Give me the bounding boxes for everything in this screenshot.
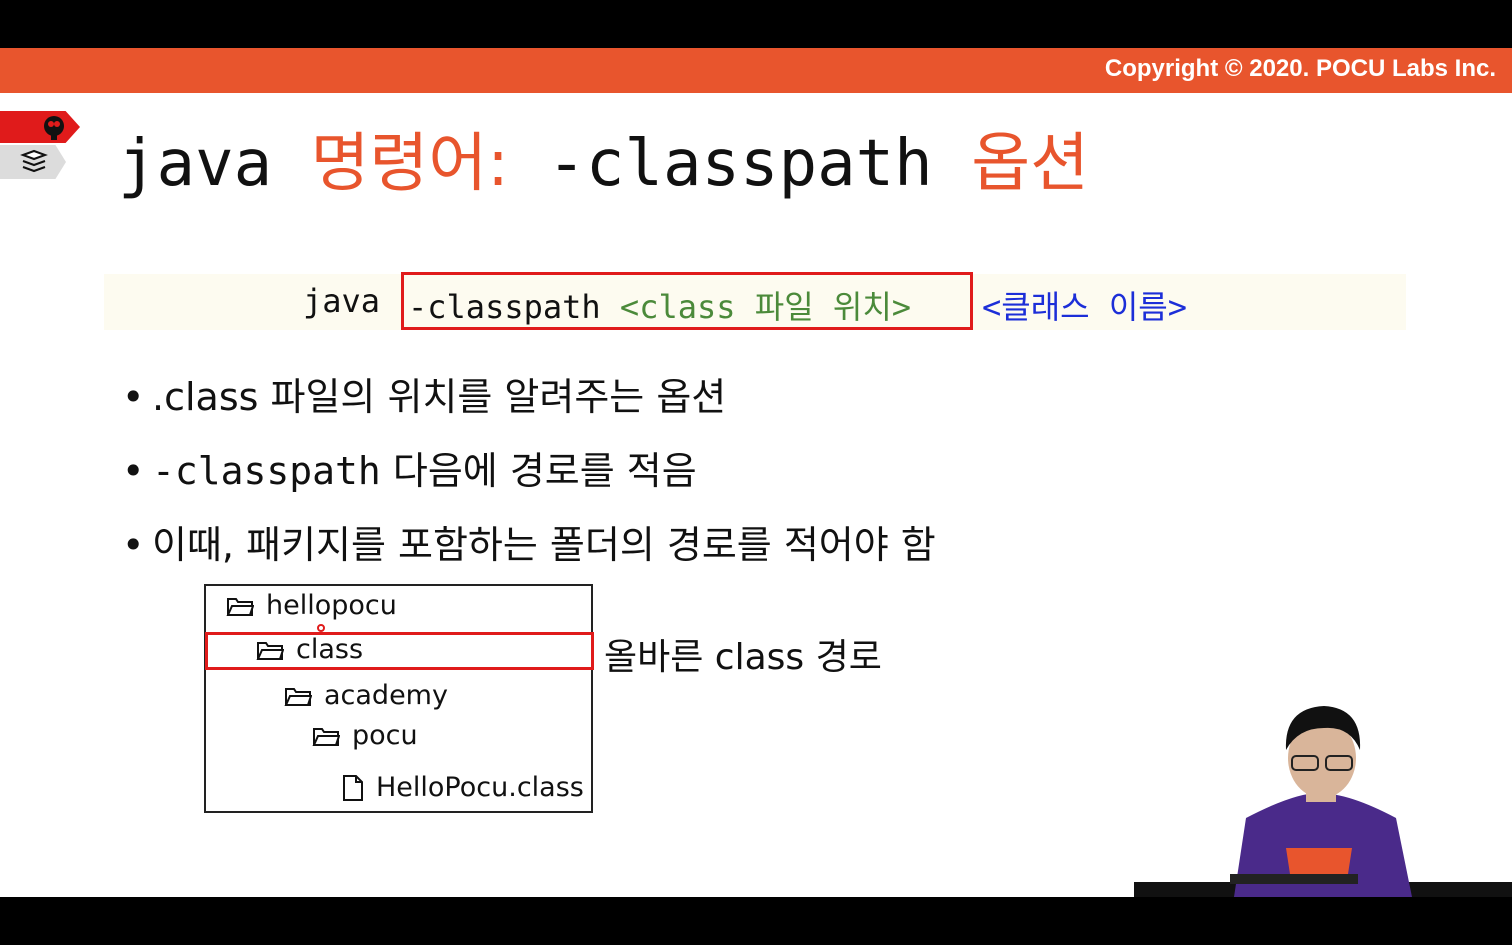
letterbox-bottom (0, 897, 1512, 945)
bullet-1-text: .class 파일의 위치를 알려주는 옵션 (152, 375, 727, 419)
slide: Copyright © 2020. POCU Labs Inc. java 명령… (0, 48, 1512, 897)
code-java: java (303, 282, 381, 320)
tree-item-hellopocu-class: HelloPocu.class (342, 772, 584, 803)
brain-icon (44, 116, 64, 140)
presenter-video (1134, 706, 1512, 897)
tree-item-hellopocu: hellopocu (226, 590, 397, 621)
bullet-2-text: 다음에 경로를 적음 (380, 449, 697, 493)
books-icon (20, 149, 48, 173)
tree-note: 올바른 class 경로 (604, 637, 882, 678)
folder-icon (284, 687, 312, 706)
title-classpath: -classpath (508, 127, 972, 201)
title-option: 옵션 (971, 127, 1089, 201)
bullet-3-text: 이때, 패키지를 포함하는 폴더의 경로를 적어야 함 (152, 523, 936, 567)
tree-label: academy (324, 680, 448, 711)
pointer-dot (317, 624, 325, 632)
folder-icon (226, 597, 254, 616)
tree-label: HelloPocu.class (376, 772, 584, 803)
code-option: -classpath <class 파일 위치> (408, 282, 911, 328)
page-title: java 명령어: -classpath 옵션 (118, 126, 1089, 203)
tree-label: pocu (352, 720, 418, 751)
code-classname: <클래스 이름> (982, 288, 1187, 326)
code-location: <class 파일 위치> (619, 288, 912, 326)
bullet-1: • .class 파일의 위치를 알려주는 옵션 (122, 375, 727, 419)
title-command: 명령어: (310, 127, 509, 201)
title-java: java (118, 127, 311, 201)
tree-item-pocu: pocu (312, 720, 418, 751)
folder-icon (312, 727, 340, 746)
file-icon (343, 774, 363, 801)
tree-label: hellopocu (266, 590, 397, 621)
header-band: Copyright © 2020. POCU Labs Inc. (0, 48, 1512, 93)
tree-highlight-box (205, 632, 594, 670)
bullet-3: • 이때, 패키지를 포함하는 폴더의 경로를 적어야 함 (122, 523, 936, 567)
bullet-2: • -classpath 다음에 경로를 적음 (122, 449, 697, 493)
tree-item-academy: academy (284, 680, 448, 711)
copyright-text: Copyright © 2020. POCU Labs Inc. (1104, 55, 1496, 82)
bullet-2-code: -classpath (152, 449, 381, 493)
letterbox-top (0, 0, 1512, 48)
code-classpath: -classpath (408, 288, 620, 326)
